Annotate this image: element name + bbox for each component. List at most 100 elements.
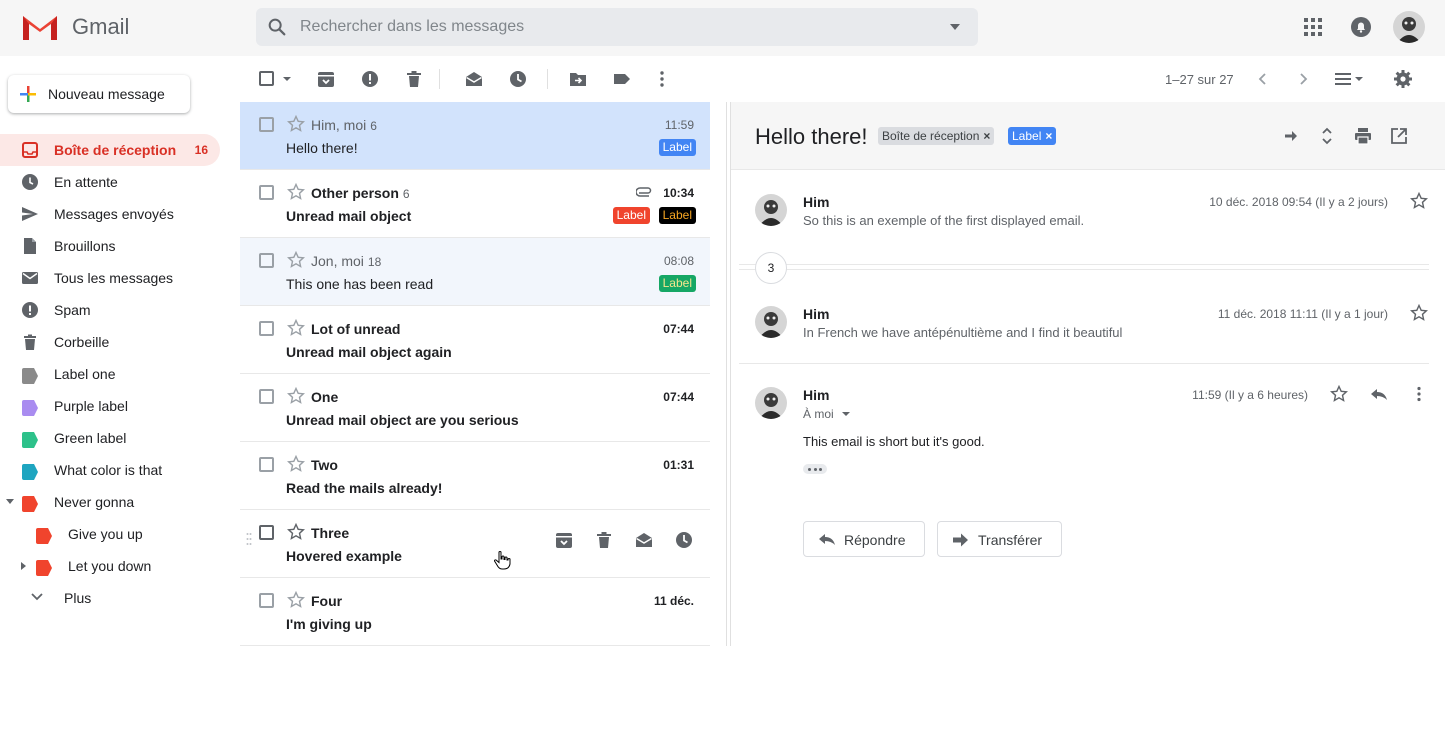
sidebar-item-spam[interactable]: Spam (0, 294, 220, 326)
mail-row[interactable]: Other person 6 Unread mail object 10:34 L… (240, 170, 710, 238)
select-options-caret-icon[interactable] (283, 77, 291, 81)
star-icon[interactable] (287, 523, 305, 541)
snooze-clock-icon[interactable] (508, 69, 528, 89)
more-vertical-icon[interactable] (1410, 385, 1428, 403)
show-trimmed-content-button[interactable] (803, 464, 827, 474)
notifications-bell-icon[interactable] (1350, 16, 1372, 38)
expand-triangle-icon[interactable] (6, 499, 14, 504)
star-icon[interactable] (1330, 385, 1348, 403)
mail-row[interactable]: Jon, moi 18 This one has been read 08:08 … (240, 238, 710, 306)
arrow-right-icon[interactable] (1282, 127, 1300, 145)
sidebar-item-all-mail[interactable]: Tous les messages (0, 262, 220, 294)
forward-button[interactable]: Transférer (937, 521, 1062, 557)
row-checkbox[interactable] (259, 525, 274, 540)
star-icon[interactable] (287, 387, 305, 405)
message-sender[interactable]: Him (803, 194, 829, 210)
mail-row[interactable]: Three Hovered example (240, 510, 710, 578)
chevron-left-icon[interactable] (1253, 69, 1273, 89)
sidebar-item-sent[interactable]: Messages envoyés (0, 198, 220, 230)
collapsed-triangle-icon[interactable] (21, 562, 26, 570)
row-checkbox[interactable] (259, 389, 274, 404)
brand-name[interactable]: Gmail (72, 14, 129, 40)
gmail-logo-icon[interactable] (20, 12, 60, 42)
sidebar-item-what-color[interactable]: What color is that (0, 454, 220, 486)
star-icon[interactable] (287, 455, 305, 473)
row-checkbox[interactable] (259, 457, 274, 472)
search-bar[interactable] (256, 8, 978, 46)
apps-grid-icon[interactable] (1304, 18, 1322, 36)
archive-icon[interactable] (316, 69, 336, 89)
sidebar-item-label-one[interactable]: Label one (0, 358, 220, 390)
account-avatar[interactable] (1393, 11, 1425, 43)
sidebar-item-more[interactable]: Plus (0, 582, 220, 614)
select-all-checkbox[interactable] (259, 71, 274, 86)
message-sender[interactable]: Him (803, 387, 829, 403)
delete-icon[interactable] (404, 69, 424, 89)
sidebar-item-give-you-up[interactable]: Give you up (0, 518, 220, 550)
search-options-caret-icon[interactable] (950, 24, 960, 30)
star-icon[interactable] (287, 183, 305, 201)
search-icon[interactable] (266, 16, 288, 38)
sidebar-item-purple-label[interactable]: Purple label (0, 390, 220, 422)
remove-label-icon[interactable]: × (1045, 129, 1052, 143)
expand-all-icon[interactable] (1318, 127, 1336, 145)
row-checkbox[interactable] (259, 117, 274, 132)
move-to-icon[interactable] (568, 69, 588, 89)
mail-row[interactable]: Two Read the mails already! 01:31 (240, 442, 710, 510)
label-icon[interactable] (612, 69, 632, 89)
message-sender[interactable]: Him (803, 306, 829, 322)
chevron-right-icon[interactable] (1293, 69, 1313, 89)
delete-icon[interactable] (594, 530, 614, 550)
more-vertical-icon[interactable] (652, 69, 672, 89)
sidebar-item-never-gonna[interactable]: Never gonna (0, 486, 220, 518)
drag-handle-icon[interactable] (246, 532, 252, 546)
star-icon[interactable] (1410, 192, 1428, 210)
sender-avatar[interactable] (755, 194, 787, 226)
list-pane-divider[interactable] (726, 102, 727, 646)
inbox-chip[interactable]: Boîte de réception × (878, 127, 995, 145)
sender-avatar[interactable] (755, 387, 787, 419)
row-checkbox[interactable] (259, 321, 274, 336)
row-checkbox[interactable] (259, 253, 274, 268)
sidebar-item-let-you-down[interactable]: Let you down (0, 550, 220, 582)
star-icon[interactable] (287, 251, 305, 269)
sidebar-item-snoozed[interactable]: En attente (0, 166, 220, 198)
sidebar-item-drafts[interactable]: Brouillons (0, 230, 220, 262)
mail-row[interactable]: Lot of unread Unread mail object again 0… (240, 306, 710, 374)
mark-as-read-icon[interactable] (464, 69, 484, 89)
reply-icon[interactable] (1370, 385, 1388, 403)
sidebar-item-inbox[interactable]: Boîte de réception 16 (0, 134, 220, 166)
recipient-details[interactable]: À moi (803, 407, 834, 421)
search-input[interactable] (300, 8, 920, 46)
mark-as-read-icon[interactable] (634, 530, 654, 550)
sidebar-item-label: En attente (54, 174, 118, 190)
open-in-new-window-icon[interactable] (1390, 127, 1408, 145)
collapsed-messages-count[interactable]: 3 (755, 252, 787, 284)
remove-label-icon[interactable]: × (983, 129, 990, 143)
snooze-clock-icon[interactable] (674, 530, 694, 550)
report-spam-icon[interactable] (360, 69, 380, 89)
split-pane-toggle-icon[interactable] (1333, 69, 1365, 89)
toolbar-separator (439, 69, 440, 89)
mail-row[interactable]: Four I'm giving up 11 déc. (240, 578, 710, 646)
unread-count-badge: 16 (194, 143, 208, 157)
sender-avatar[interactable] (755, 306, 787, 338)
star-icon[interactable] (287, 115, 305, 133)
label-chip[interactable]: Label × (1008, 127, 1057, 145)
mail-row[interactable]: Him, moi 6 Hello there! 11:59 Label (240, 102, 710, 170)
star-icon[interactable] (287, 591, 305, 609)
archive-icon[interactable] (554, 530, 574, 550)
sidebar-item-trash[interactable]: Corbeille (0, 326, 220, 358)
settings-gear-icon[interactable] (1393, 69, 1413, 89)
row-checkbox[interactable] (259, 185, 274, 200)
print-icon[interactable] (1354, 127, 1372, 145)
sidebar-item-green-label[interactable]: Green label (0, 422, 220, 454)
mail-subject: This one has been read (286, 276, 434, 292)
recipient-details-caret-icon[interactable] (842, 412, 850, 416)
row-checkbox[interactable] (259, 593, 274, 608)
star-icon[interactable] (1410, 304, 1428, 322)
star-icon[interactable] (287, 319, 305, 337)
compose-button[interactable]: Nouveau message (8, 75, 190, 113)
mail-row[interactable]: One Unread mail object are you serious 0… (240, 374, 710, 442)
reply-button[interactable]: Répondre (803, 521, 925, 557)
